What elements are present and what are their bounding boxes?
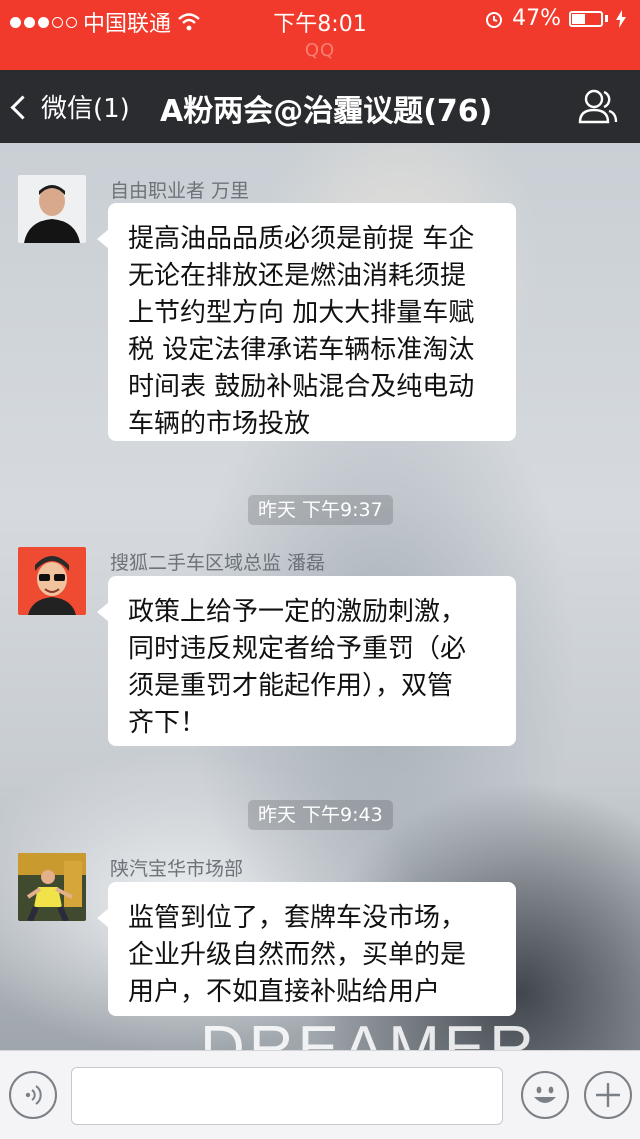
chat-area[interactable]: DREAMER 自由职业者 万里 提高油品品质必须是前提 车企 无论在排放还是燃… [0, 143, 640, 1050]
chat-title: A粉两会@治霾议题(76) [160, 94, 493, 129]
person-avatar-icon [18, 175, 86, 243]
avatar[interactable] [18, 853, 86, 921]
back-button[interactable]: 微信(1) [10, 88, 130, 125]
background-watermark: DREAMER [200, 1014, 539, 1050]
contacts-icon[interactable] [578, 88, 618, 124]
input-bar [0, 1050, 640, 1139]
message-line: 车辆的市场投放 [128, 409, 311, 439]
alarm-icon [486, 11, 503, 28]
message-line: 齐下！ [128, 708, 207, 738]
message-line: 税 设定法律承诺车辆标准淘汰 [128, 335, 475, 365]
message-line: 时间表 鼓励补贴混合及纯电动 [128, 372, 475, 402]
back-label: 微信(1) [41, 94, 130, 124]
add-button[interactable] [584, 1071, 632, 1119]
message-input[interactable] [71, 1067, 503, 1125]
timestamp: 昨天 下午9:37 [248, 495, 393, 525]
emoji-button[interactable] [521, 1071, 569, 1119]
message-bubble[interactable]: 提高油品品质必须是前提 车企 无论在排放还是燃油消耗须提 上节约型方向 加大大排… [97, 203, 516, 441]
battery-icon [569, 10, 603, 27]
message-bubble[interactable]: 政策上给予一定的激励刺激， 同时违反规定者给予重罚（必 须是重罚才能起作用），双… [97, 576, 516, 746]
charging-icon [616, 9, 626, 28]
avatar[interactable] [18, 175, 86, 243]
person-avatar-icon [18, 547, 86, 615]
message-line: 监管到位了，套牌车没市场， [128, 903, 467, 933]
person-avatar-icon [18, 853, 86, 921]
status-overlay-text: QQ [304, 40, 336, 61]
add-icon [596, 1083, 620, 1107]
sender-name: 搜狐二手车区域总监 潘磊 [110, 552, 326, 574]
message-line: 提高油品品质必须是前提 车企 [128, 224, 475, 254]
message-line: 须是重罚才能起作用），双管 [128, 671, 454, 701]
message-line: 用户，不如直接补贴给用户 [128, 977, 441, 1007]
emoji-icon [534, 1086, 556, 1103]
avatar[interactable] [18, 547, 86, 615]
chevron-left-icon [10, 95, 35, 120]
message-bubble[interactable]: 监管到位了，套牌车没市场， 企业升级自然而然，买单的是 用户，不如直接补贴给用户 [97, 882, 516, 1016]
battery-percent: 47% [512, 6, 561, 31]
nav-bar: 微信(1) A粉两会@治霾议题(76) [0, 70, 640, 143]
sender-name: 陕汽宝华市场部 [110, 858, 244, 880]
status-right: 47% [484, 6, 626, 31]
message-line: 无论在排放还是燃油消耗须提 [128, 261, 467, 291]
voice-button[interactable] [9, 1071, 57, 1119]
voice-icon [25, 1085, 42, 1105]
message-line: 同时违反规定者给予重罚（必 [128, 634, 467, 664]
message-line: 上节约型方向 加大大排量车赋 [128, 298, 475, 328]
battery-tip [605, 15, 608, 22]
sender-name: 自由职业者 万里 [110, 180, 250, 202]
timestamp: 昨天 下午9:43 [248, 800, 393, 830]
status-bar: 中国联通 下午8:01 47% QQ [0, 0, 640, 70]
message-line: 企业升级自然而然，买单的是 [128, 940, 467, 970]
message-line: 政策上给予一定的激励刺激， [128, 597, 467, 627]
battery-fill [572, 13, 585, 24]
